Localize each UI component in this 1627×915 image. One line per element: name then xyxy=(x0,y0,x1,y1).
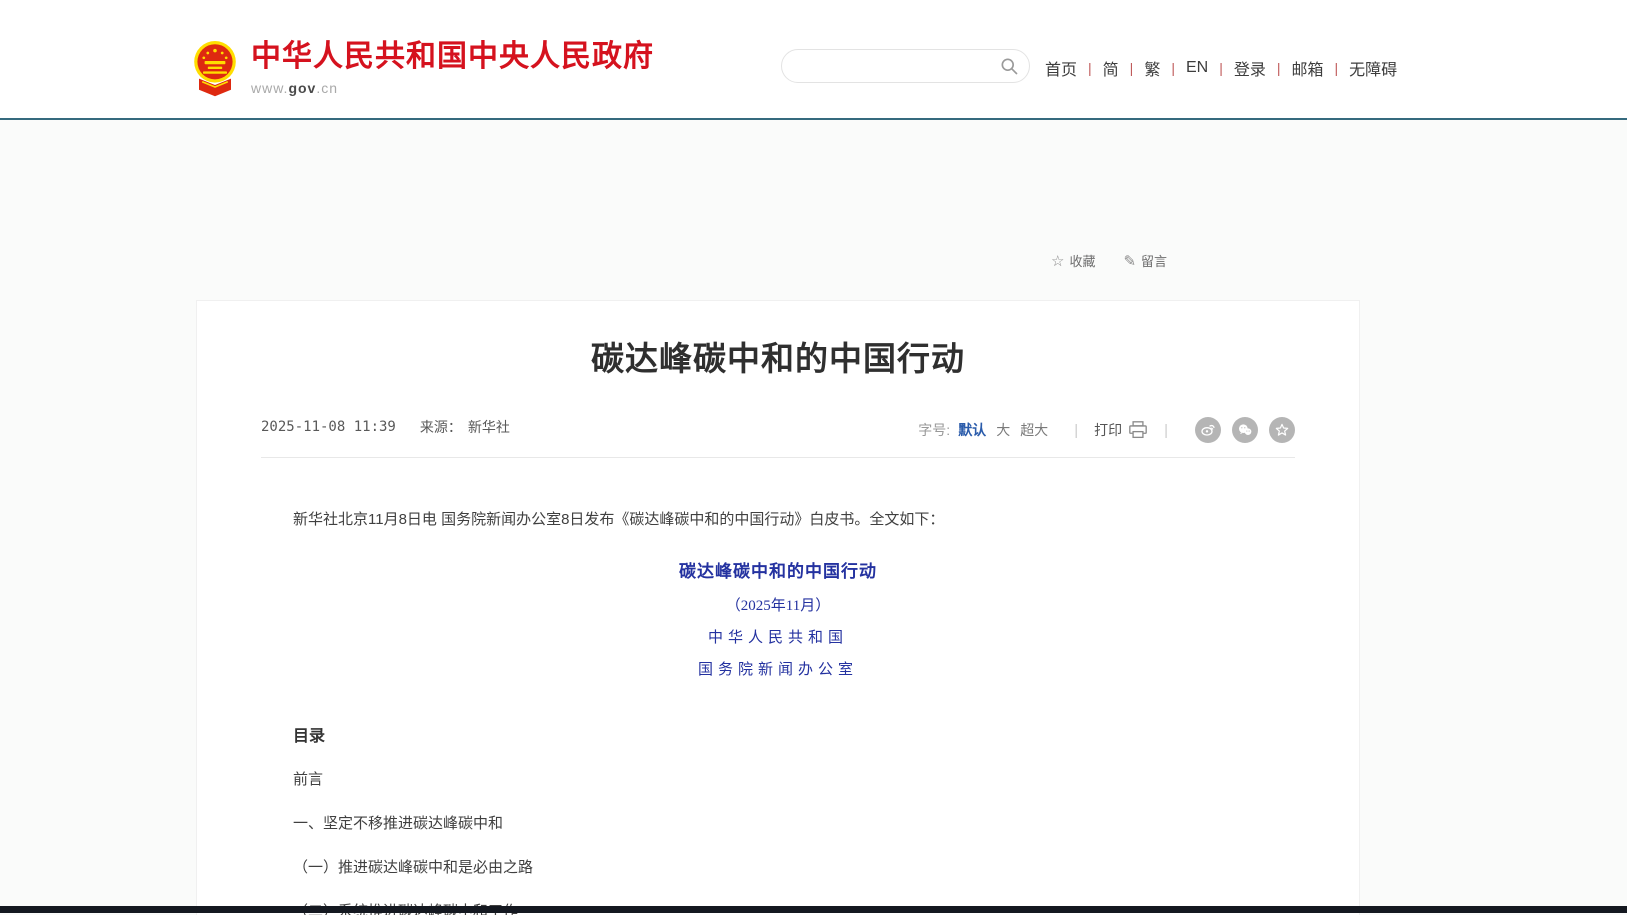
search-input[interactable] xyxy=(782,51,999,81)
font-size-large-button[interactable]: 大 xyxy=(996,420,1010,440)
toc-item-section1-1[interactable]: （一）推进碳达峰碳中和是必由之路 xyxy=(293,858,1295,878)
search-icon[interactable] xyxy=(999,56,1019,76)
nav-home[interactable]: 首页 xyxy=(1045,56,1077,80)
weibo-icon xyxy=(1200,422,1216,438)
wechat-icon xyxy=(1237,422,1253,438)
printer-icon xyxy=(1128,421,1148,439)
national-emblem-logo xyxy=(191,40,239,98)
star-outline-icon: ☆ xyxy=(1051,252,1064,270)
article-meta-tools: 字号: 默认 大 超大 | 打印 | xyxy=(918,417,1295,443)
page-body-background: ☆ 收藏 ✎ 留言 碳达峰碳中和的中国行动 2025-11-08 11:39 来… xyxy=(0,120,1627,915)
search-box[interactable] xyxy=(781,49,1030,83)
url-cn: .cn xyxy=(316,80,338,96)
print-button[interactable]: 打印 xyxy=(1094,420,1148,440)
article-card: 碳达峰碳中和的中国行动 2025-11-08 11:39 来源： 新华社 字号:… xyxy=(196,300,1360,915)
message-label: 留言 xyxy=(1141,251,1167,270)
top-nav: 首页 | 简 | 繁 | EN | 登录 | 邮箱 | 无障碍 xyxy=(1045,56,1397,80)
share-wechat-button[interactable] xyxy=(1232,417,1258,443)
page: 中华人民共和国中央人民政府 www.gov.cn 首页 | 简 | 繁 | EN… xyxy=(0,0,1627,915)
favorite-label: 收藏 xyxy=(1069,251,1095,270)
nav-separator: | xyxy=(1088,60,1092,76)
viewport-bottom-bar xyxy=(0,906,1627,913)
share-favorite-button[interactable] xyxy=(1269,417,1295,443)
document-title: 碳达峰碳中和的中国行动 xyxy=(261,557,1295,582)
source-value[interactable]: 新华社 xyxy=(468,417,510,437)
meta-divider xyxy=(261,457,1295,458)
font-size-label: 字号: xyxy=(918,420,950,440)
nav-accessibility[interactable]: 无障碍 xyxy=(1349,56,1397,80)
source-label: 来源： xyxy=(420,417,462,437)
font-size-xlarge-button[interactable]: 超大 xyxy=(1020,420,1048,440)
article-title: 碳达峰碳中和的中国行动 xyxy=(261,336,1295,382)
font-size-default-button[interactable]: 默认 xyxy=(958,420,986,440)
nav-traditional[interactable]: 繁 xyxy=(1144,56,1160,80)
meta-separator: | xyxy=(1164,422,1168,439)
document-org-line2: 国务院新闻办公室 xyxy=(261,658,1295,679)
document-org-line1: 中华人民共和国 xyxy=(261,626,1295,647)
url-www: www. xyxy=(251,80,288,96)
star-share-icon xyxy=(1274,422,1290,438)
nav-simplified[interactable]: 简 xyxy=(1103,56,1119,80)
share-weibo-button[interactable] xyxy=(1195,417,1221,443)
nav-separator: | xyxy=(1171,60,1175,76)
site-header: 中华人民共和国中央人民政府 www.gov.cn 首页 | 简 | 繁 | EN… xyxy=(0,0,1627,118)
document-date: （2025年11月） xyxy=(261,594,1295,615)
toc-item-section1[interactable]: 一、坚定不移推进碳达峰碳中和 xyxy=(293,814,1295,834)
nav-separator: | xyxy=(1130,60,1134,76)
url-gov: gov xyxy=(288,80,316,96)
site-brand[interactable]: 中华人民共和国中央人民政府 www.gov.cn xyxy=(191,40,654,98)
favorite-button[interactable]: ☆ 收藏 xyxy=(1051,251,1095,270)
toc-heading: 目录 xyxy=(293,722,1295,746)
article-meta-row: 2025-11-08 11:39 来源： 新华社 字号: 默认 大 超大 | 打… xyxy=(261,417,1295,443)
site-url: www.gov.cn xyxy=(251,80,654,96)
article-quick-actions: ☆ 收藏 ✎ 留言 xyxy=(1051,251,1195,270)
brand-text: 中华人民共和国中央人民政府 www.gov.cn xyxy=(251,40,654,96)
nav-mail[interactable]: 邮箱 xyxy=(1292,56,1324,80)
message-button[interactable]: ✎ 留言 xyxy=(1123,251,1167,270)
pencil-icon: ✎ xyxy=(1123,252,1136,270)
publish-datetime: 2025-11-08 11:39 xyxy=(261,419,396,435)
meta-separator: | xyxy=(1074,422,1078,439)
nav-english[interactable]: EN xyxy=(1186,59,1208,77)
toc-list: 前言 一、坚定不移推进碳达峰碳中和 （一）推进碳达峰碳中和是必由之路 （二）系统… xyxy=(261,770,1295,915)
toc-item-preface[interactable]: 前言 xyxy=(293,770,1295,790)
print-label: 打印 xyxy=(1094,420,1122,440)
nav-separator: | xyxy=(1335,60,1339,76)
article-intro-paragraph: 新华社北京11月8日电 国务院新闻办公室8日发布《碳达峰碳中和的中国行动》白皮书… xyxy=(293,509,1295,530)
nav-separator: | xyxy=(1219,60,1223,76)
site-title: 中华人民共和国中央人民政府 xyxy=(251,40,654,74)
nav-separator: | xyxy=(1277,60,1281,76)
nav-login[interactable]: 登录 xyxy=(1234,56,1266,80)
